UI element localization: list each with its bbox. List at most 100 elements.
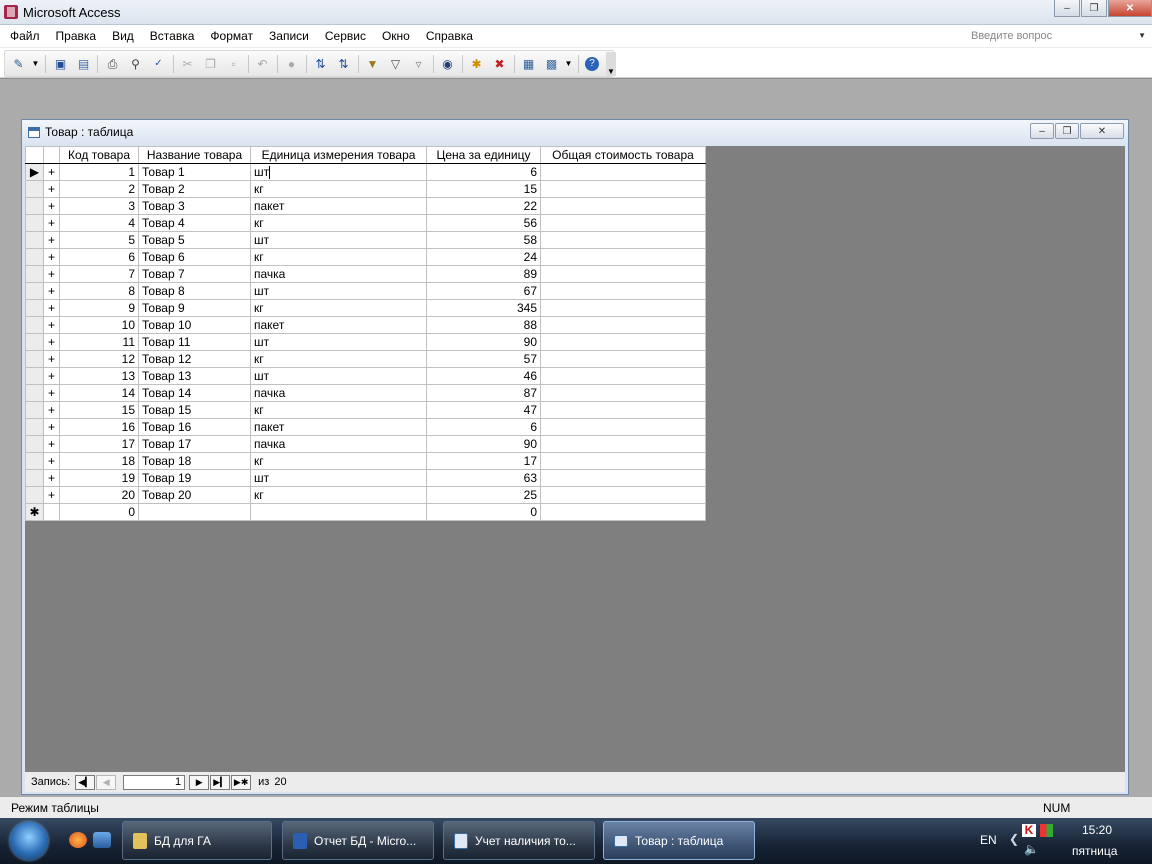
record-selector[interactable]: [25, 299, 44, 317]
expand-subdatasheet-icon[interactable]: +: [43, 299, 60, 317]
record-selector[interactable]: [25, 265, 44, 283]
cell-price[interactable]: 0: [426, 503, 541, 521]
record-selector[interactable]: [25, 248, 44, 266]
cell-name[interactable]: Товар 1: [138, 163, 251, 181]
apply-filter-icon[interactable]: ▿: [411, 57, 426, 71]
cell-code[interactable]: 5: [59, 231, 139, 249]
cell-unit[interactable]: шт: [250, 469, 427, 487]
cell-total[interactable]: [540, 350, 706, 368]
cell-code[interactable]: 19: [59, 469, 139, 487]
cell-unit[interactable]: кг: [250, 452, 427, 470]
sort-ascending-icon[interactable]: ⇅: [313, 57, 328, 71]
cell-unit[interactable]: пакет: [250, 316, 427, 334]
filter-by-form-icon[interactable]: ▽: [388, 57, 403, 71]
column-header-price[interactable]: Цена за единицу: [426, 146, 541, 164]
find-icon[interactable]: ◉: [440, 57, 455, 71]
record-selector[interactable]: [25, 418, 44, 436]
cell-total[interactable]: [540, 248, 706, 266]
cell-code[interactable]: 9: [59, 299, 139, 317]
record-selector[interactable]: [25, 367, 44, 385]
menu-format[interactable]: Формат: [210, 29, 253, 43]
record-selector[interactable]: [25, 469, 44, 487]
toolbar-options-icon[interactable]: ▼: [606, 52, 616, 76]
spelling-icon[interactable]: ✓: [151, 57, 166, 71]
cell-total[interactable]: [540, 231, 706, 249]
clock-time[interactable]: 15:20: [1082, 823, 1112, 837]
cell-price[interactable]: 87: [426, 384, 541, 402]
expand-subdatasheet-icon[interactable]: +: [43, 384, 60, 402]
delete-record-icon[interactable]: ✖: [492, 57, 507, 71]
clock-day[interactable]: пятница: [1072, 844, 1117, 858]
copy-icon[interactable]: ❐: [203, 57, 218, 71]
cell-code[interactable]: 1: [59, 163, 139, 181]
help-dropdown-arrow-icon[interactable]: ▼: [1138, 31, 1146, 40]
table-row[interactable]: +11 Товар 11 шт 90: [25, 333, 706, 351]
expand-subdatasheet-icon[interactable]: +: [43, 248, 60, 266]
table-row[interactable]: +7 Товар 7 пачка 89: [25, 265, 706, 283]
table-close-button[interactable]: ✕: [1080, 123, 1124, 139]
cell-price[interactable]: 57: [426, 350, 541, 368]
cell-code[interactable]: 0: [59, 503, 139, 521]
table-row[interactable]: +5 Товар 5 шт 58: [25, 231, 706, 249]
cell-name[interactable]: Товар 17: [138, 435, 251, 453]
cell-price[interactable]: 88: [426, 316, 541, 334]
cell-name[interactable]: Товар 9: [138, 299, 251, 317]
cell-name[interactable]: Товар 19: [138, 469, 251, 487]
table-row[interactable]: +15 Товар 15 кг 47: [25, 401, 706, 419]
table-row[interactable]: +16 Товар 16 пакет 6: [25, 418, 706, 436]
database-window-icon[interactable]: ▦: [521, 57, 536, 71]
cell-name[interactable]: Товар 11: [138, 333, 251, 351]
cell-unit[interactable]: шт: [250, 333, 427, 351]
cell-unit[interactable]: шт: [250, 163, 427, 181]
cell-total[interactable]: [540, 435, 706, 453]
cell-code[interactable]: 6: [59, 248, 139, 266]
select-all-corner[interactable]: [25, 146, 44, 164]
new-record-nav-button[interactable]: ▶✱: [231, 774, 252, 790]
cell-price[interactable]: 58: [426, 231, 541, 249]
table-row[interactable]: +2 Товар 2 кг 15: [25, 180, 706, 198]
cell-unit[interactable]: пачка: [250, 435, 427, 453]
hyperlink-icon[interactable]: ●: [284, 57, 299, 71]
record-selector[interactable]: [25, 401, 44, 419]
table-row[interactable]: +19 Товар 19 шт 63: [25, 469, 706, 487]
cell-unit[interactable]: кг: [250, 248, 427, 266]
cell-name[interactable]: Товар 5: [138, 231, 251, 249]
record-selector[interactable]: [25, 214, 44, 232]
cell-code[interactable]: 17: [59, 435, 139, 453]
save-icon[interactable]: ▣: [53, 57, 68, 71]
cell-total[interactable]: [540, 316, 706, 334]
table-row[interactable]: +18 Товар 18 кг 17: [25, 452, 706, 470]
cell-name[interactable]: Товар 20: [138, 486, 251, 504]
table-row[interactable]: ▶ +1 Товар 1 шт 6: [25, 163, 706, 181]
cell-code[interactable]: 2: [59, 180, 139, 198]
record-selector[interactable]: [25, 452, 44, 470]
new-object-dropdown-arrow-icon[interactable]: ▼: [561, 57, 576, 71]
expand-subdatasheet-icon[interactable]: +: [43, 180, 60, 198]
cell-name[interactable]: Товар 14: [138, 384, 251, 402]
cell-price[interactable]: 90: [426, 435, 541, 453]
paste-icon[interactable]: ▫: [226, 57, 241, 71]
cell-name[interactable]: Товар 12: [138, 350, 251, 368]
cell-total[interactable]: [540, 282, 706, 300]
table-row[interactable]: +13 Товар 13 шт 46: [25, 367, 706, 385]
column-header-code[interactable]: Код товара: [59, 146, 139, 164]
menu-window[interactable]: Окно: [382, 29, 410, 43]
table-row[interactable]: +14 Товар 14 пачка 87: [25, 384, 706, 402]
cell-code[interactable]: 4: [59, 214, 139, 232]
undo-icon[interactable]: ↶: [255, 57, 270, 71]
expand-subdatasheet-icon[interactable]: +: [43, 435, 60, 453]
table-row[interactable]: +8 Товар 8 шт 67: [25, 282, 706, 300]
new-object-icon[interactable]: ▩: [544, 57, 559, 71]
cell-price[interactable]: 6: [426, 418, 541, 436]
cell-price[interactable]: 63: [426, 469, 541, 487]
record-number-input[interactable]: 1: [123, 774, 186, 790]
column-header-unit[interactable]: Единица измерения товара: [250, 146, 427, 164]
print-icon[interactable]: ⎙: [105, 57, 120, 71]
record-selector[interactable]: [25, 282, 44, 300]
table-minimize-button[interactable]: –: [1030, 123, 1054, 139]
table-window-titlebar[interactable]: Товар : таблица – ❐ ✕: [22, 120, 1128, 144]
cell-name[interactable]: Товар 10: [138, 316, 251, 334]
current-record-indicator-icon[interactable]: ▶: [25, 163, 44, 181]
expand-subdatasheet-icon[interactable]: +: [43, 452, 60, 470]
cell-unit[interactable]: пачка: [250, 384, 427, 402]
